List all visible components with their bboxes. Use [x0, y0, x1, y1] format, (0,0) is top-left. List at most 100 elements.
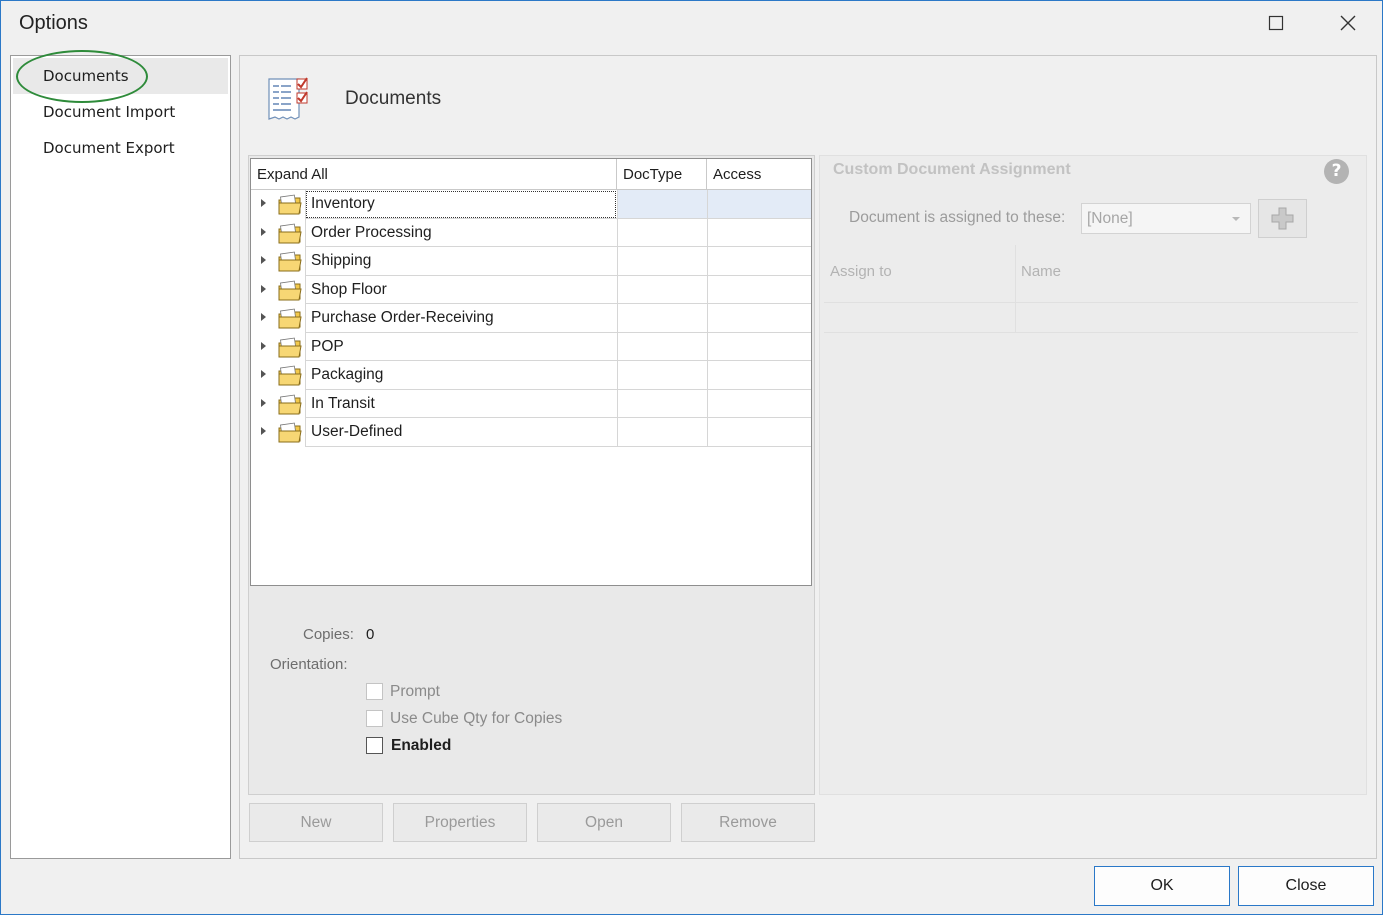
tree-row[interactable]: Purchase Order-Receiving — [251, 304, 811, 333]
expand-arrow-icon[interactable] — [261, 313, 266, 321]
folder-icon — [278, 365, 302, 386]
close-icon — [1340, 15, 1356, 31]
tree-row[interactable]: Shop Floor — [251, 275, 811, 304]
access-cell[interactable] — [707, 418, 811, 447]
tree-row[interactable]: Inventory — [251, 190, 811, 219]
sidebar-item-document-import[interactable]: Document Import — [13, 94, 228, 130]
folder-icon — [278, 308, 302, 329]
open-button[interactable]: Open — [537, 803, 671, 842]
assigned-to-select[interactable]: [None] — [1081, 203, 1251, 234]
expand-arrow-icon[interactable] — [261, 398, 266, 407]
folder-icon — [278, 223, 302, 244]
folder-icon — [278, 251, 302, 272]
assignment-grid-header: Assign to Name — [824, 245, 1358, 303]
options-sidebar: Documents Document Import Document Expor… — [10, 55, 231, 859]
tree-row-label: Order Processing — [305, 218, 617, 247]
expand-arrow-icon[interactable] — [261, 227, 266, 236]
doctype-cell[interactable] — [617, 304, 707, 333]
remove-button[interactable]: Remove — [681, 803, 815, 842]
tree-row-label: User-Defined — [305, 418, 617, 447]
document-checklist-icon — [268, 77, 308, 120]
sidebar-item-label: Document Export — [43, 139, 175, 157]
doctype-cell[interactable] — [617, 275, 707, 304]
doctype-cell[interactable] — [617, 418, 707, 447]
doctype-cell[interactable] — [617, 218, 707, 247]
access-cell[interactable] — [707, 218, 811, 247]
documents-tree[interactable]: Expand All DocType Access Inventory Order… — [250, 158, 812, 586]
plus-icon — [1271, 207, 1294, 230]
expand-all-header[interactable]: Expand All — [251, 159, 617, 190]
close-button[interactable]: Close — [1238, 866, 1374, 906]
properties-button[interactable]: Properties — [393, 803, 527, 842]
tree-row-label: POP — [305, 332, 617, 361]
tree-row[interactable]: Packaging — [251, 361, 811, 390]
ok-button[interactable]: OK — [1094, 866, 1230, 906]
use-cube-qty-label: Use Cube Qty for Copies — [390, 710, 563, 727]
assignment-grid-row[interactable] — [824, 304, 1358, 333]
tree-row-label: Shop Floor — [305, 275, 617, 304]
tree-row-label: Shipping — [305, 247, 617, 276]
sidebar-item-document-export[interactable]: Document Export — [13, 130, 228, 166]
tree-row[interactable]: Order Processing — [251, 218, 811, 247]
enabled-checkbox[interactable] — [366, 737, 383, 754]
tree-row[interactable]: POP — [251, 332, 811, 361]
assign-to-header[interactable]: Assign to — [830, 263, 892, 280]
orientation-label: Orientation: — [270, 656, 348, 673]
tree-header: Expand All DocType Access — [251, 159, 811, 190]
doctype-cell[interactable] — [617, 190, 707, 219]
tree-row[interactable]: User-Defined — [251, 418, 811, 447]
help-icon[interactable]: ? — [1324, 159, 1349, 184]
tree-row-label: In Transit — [305, 389, 617, 418]
tree-row[interactable]: In Transit — [251, 389, 811, 418]
enabled-label: Enabled — [391, 737, 452, 754]
tree-row-label: Packaging — [305, 361, 617, 390]
page-title: Documents — [345, 88, 442, 109]
copies-value: 0 — [366, 626, 375, 643]
access-cell[interactable] — [707, 361, 811, 390]
tree-row[interactable]: Shipping — [251, 247, 811, 276]
new-button[interactable]: New — [249, 803, 383, 842]
assigned-to-value: [None] — [1087, 210, 1133, 227]
access-cell[interactable] — [707, 190, 811, 219]
folder-icon — [278, 337, 302, 358]
folder-icon — [278, 194, 302, 215]
name-header[interactable]: Name — [1021, 263, 1061, 280]
options-window: Options Documents Document Import Docume… — [0, 0, 1383, 915]
sidebar-item-label: Document Import — [43, 103, 176, 121]
chevron-down-icon — [1232, 217, 1240, 221]
access-cell[interactable] — [707, 275, 811, 304]
sidebar-item-label: Documents — [43, 67, 129, 85]
prompt-label: Prompt — [390, 683, 440, 700]
access-column-header[interactable]: Access — [707, 159, 811, 190]
folder-icon — [278, 394, 302, 415]
doctype-cell[interactable] — [617, 247, 707, 276]
add-assignment-button[interactable] — [1258, 199, 1307, 238]
window-title: Options — [19, 12, 88, 34]
doctype-column-header[interactable]: DocType — [617, 159, 707, 190]
access-cell[interactable] — [707, 304, 811, 333]
expand-arrow-icon[interactable] — [261, 370, 266, 378]
close-window-button[interactable] — [1325, 5, 1371, 41]
prompt-checkbox[interactable] — [366, 683, 383, 700]
use-cube-qty-checkbox[interactable] — [366, 710, 383, 727]
expand-arrow-icon[interactable] — [261, 341, 266, 350]
access-cell[interactable] — [707, 389, 811, 418]
custom-assignment-title: Custom Document Assignment — [833, 161, 1071, 178]
doctype-cell[interactable] — [617, 332, 707, 361]
assignment-grid: Assign to Name — [824, 245, 1358, 335]
expand-arrow-icon[interactable] — [261, 427, 266, 435]
expand-arrow-icon[interactable] — [261, 284, 266, 293]
maximize-button[interactable] — [1253, 5, 1299, 41]
copies-label: Copies: — [303, 626, 354, 643]
doctype-cell[interactable] — [617, 361, 707, 390]
expand-arrow-icon[interactable] — [261, 256, 266, 264]
title-bar: Options — [1, 1, 1382, 47]
doctype-cell[interactable] — [617, 389, 707, 418]
access-cell[interactable] — [707, 332, 811, 361]
access-cell[interactable] — [707, 247, 811, 276]
tree-row-label: Inventory — [305, 190, 617, 219]
sidebar-item-documents[interactable]: Documents — [13, 58, 228, 94]
tree-row-label: Purchase Order-Receiving — [305, 304, 617, 333]
assigned-to-label: Document is assigned to these: — [849, 209, 1066, 226]
expand-arrow-icon[interactable] — [261, 199, 266, 207]
